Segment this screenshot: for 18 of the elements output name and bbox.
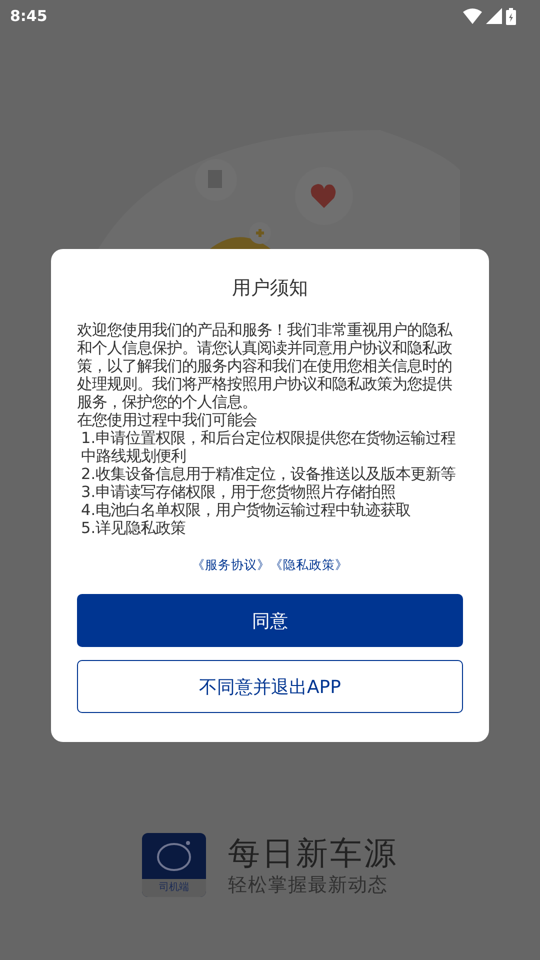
brand-name: 每日新车源 xyxy=(228,833,398,873)
decline-button[interactable]: 不同意并退出APP xyxy=(77,660,463,713)
agree-button[interactable]: 同意 xyxy=(77,594,463,647)
signal-icon xyxy=(486,8,502,24)
permission-item: 5.详见隐私政策 xyxy=(80,519,187,537)
battery-icon xyxy=(506,8,516,24)
permission-item: 1.申请位置权限，和后台定位权限提供您在货物运输过程中路线规划便利 xyxy=(80,429,457,465)
policy-link[interactable]: 《服务协议》 xyxy=(192,557,270,574)
status-time: 8:45 xyxy=(10,7,48,25)
logo-badge-text: 司机端 xyxy=(142,879,206,897)
dialog-title: 用户须知 xyxy=(231,276,309,301)
permission-item: 2.收集设备信息用于精准定位，设备推送以及版本更新等 xyxy=(80,465,457,483)
lead-text: 在您使用过程中我们可能会 xyxy=(77,411,258,429)
permission-item: 3.申请读写存储权限，用于您货物照片存储拍照 xyxy=(80,483,397,501)
wifi-icon xyxy=(463,8,482,24)
intro-paragraph: 欢迎您使用我们的产品和服务！我们非常重视用户的隐私和个人信息保护。请您认真阅读并同意用户协议和隐私政策，以了解我们的服务内容和我们在使用您相关信息时的处理规则。我们将严格按照用户协议和隐私政策为您提供服务，保护您的个人信息。 xyxy=(77,321,454,411)
policy-link[interactable]: 《隐私政策》 xyxy=(270,557,348,574)
permission-item: 4.电池白名单权限，用户货物运输过程中轨迹获取 xyxy=(80,501,412,519)
